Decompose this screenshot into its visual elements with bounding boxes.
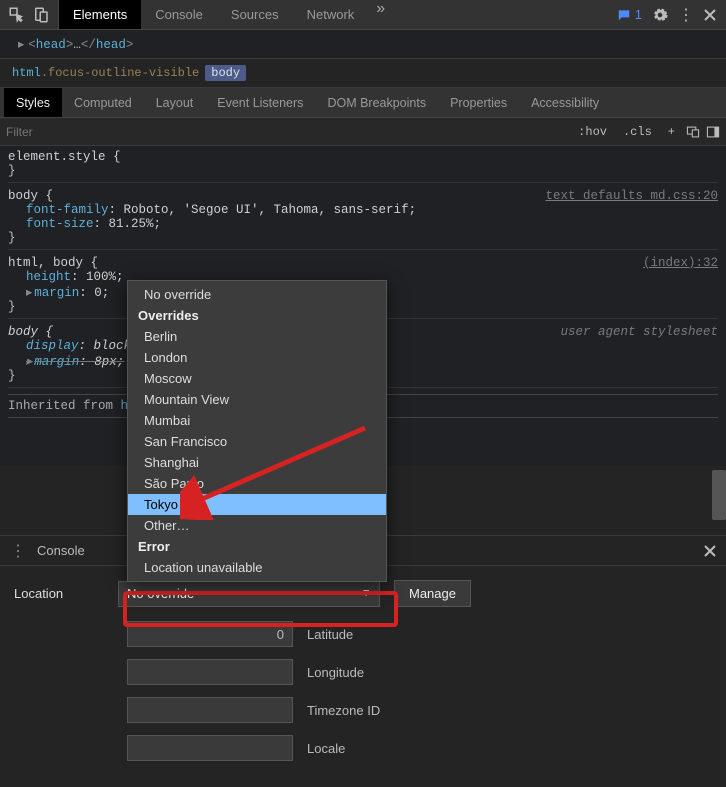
message-icon <box>617 8 631 22</box>
ptab-computed[interactable]: Computed <box>62 88 144 117</box>
tabs-overflow-icon[interactable]: » <box>368 0 393 29</box>
timezone-label: Timezone ID <box>307 703 380 718</box>
dd-city[interactable]: Berlin <box>128 326 386 347</box>
scrollbar[interactable] <box>712 470 726 520</box>
breadcrumb[interactable]: html.focus-outline-visible body <box>0 58 726 88</box>
sensors-panel: Location No override ▼ Manage Latitude L… <box>0 566 726 787</box>
dd-city[interactable]: São Paulo <box>128 473 386 494</box>
panel-dock-icon[interactable] <box>706 125 720 139</box>
ptab-properties[interactable]: Properties <box>438 88 519 117</box>
tab-console[interactable]: Console <box>141 0 217 29</box>
styles-filter-input[interactable] <box>6 125 573 139</box>
dom-tree[interactable]: ▸<head>…</head> <box>0 30 726 58</box>
tab-sources[interactable]: Sources <box>217 0 293 29</box>
drawer-tab-console[interactable]: Console <box>37 543 85 558</box>
issues-badge[interactable]: 1 <box>617 7 642 22</box>
dd-city-tokyo[interactable]: Tokyo <box>128 494 386 515</box>
ptab-dom-bp[interactable]: DOM Breakpoints <box>315 88 438 117</box>
latitude-label: Latitude <box>307 627 353 642</box>
dd-city[interactable]: Shanghai <box>128 452 386 473</box>
manage-button[interactable]: Manage <box>394 580 471 607</box>
crumb-body[interactable]: body <box>205 65 246 81</box>
expand-icon[interactable]: ▸ <box>18 38 24 52</box>
longitude-input[interactable] <box>127 659 293 685</box>
chevron-down-icon: ▼ <box>361 588 371 599</box>
close-icon[interactable] <box>704 9 716 21</box>
cls-button[interactable]: .cls <box>618 123 657 141</box>
location-dropdown[interactable]: No override Overrides Berlin London Mosc… <box>127 280 387 582</box>
dd-city[interactable]: Mountain View <box>128 389 386 410</box>
tab-elements[interactable]: Elements <box>59 0 141 29</box>
kebab-icon[interactable]: ⋮ <box>678 5 694 25</box>
source-link[interactable]: (index):32 <box>643 256 718 270</box>
dd-city[interactable]: London <box>128 347 386 368</box>
ptab-styles[interactable]: Styles <box>4 88 62 117</box>
drawer-close-icon[interactable] <box>704 545 716 557</box>
dd-loc-unavailable[interactable]: Location unavailable <box>128 557 386 578</box>
dd-city[interactable]: Mumbai <box>128 410 386 431</box>
tab-network[interactable]: Network <box>293 0 369 29</box>
source-link[interactable]: text_defaults_md.css:20 <box>545 189 718 203</box>
inspect-icon[interactable] <box>8 6 26 24</box>
hov-button[interactable]: :hov <box>573 123 612 141</box>
styles-pane-tabs: Styles Computed Layout Event Listeners D… <box>0 88 726 118</box>
location-select[interactable]: No override ▼ <box>118 581 380 607</box>
latitude-input[interactable] <box>127 621 293 647</box>
new-rule-button[interactable]: + <box>663 123 680 141</box>
dd-city[interactable]: San Francisco <box>128 431 386 452</box>
dd-header-error: Error <box>128 536 386 557</box>
dd-other[interactable]: Other… <box>128 515 386 536</box>
ptab-layout[interactable]: Layout <box>144 88 206 117</box>
main-tabs: Elements Console Sources Network » <box>59 0 607 29</box>
device-toolbar-icon[interactable] <box>686 125 700 139</box>
ptab-accessibility[interactable]: Accessibility <box>519 88 611 117</box>
timezone-input[interactable] <box>127 697 293 723</box>
dd-header-overrides: Overrides <box>128 305 386 326</box>
longitude-label: Longitude <box>307 665 364 680</box>
gear-icon[interactable] <box>652 7 668 23</box>
location-label: Location <box>14 586 104 601</box>
dd-city[interactable]: Moscow <box>128 368 386 389</box>
locale-label: Locale <box>307 741 345 756</box>
drawer-kebab-icon[interactable]: ⋮ <box>10 541 27 561</box>
ptab-listeners[interactable]: Event Listeners <box>205 88 315 117</box>
locale-input[interactable] <box>127 735 293 761</box>
device-icon[interactable] <box>32 6 50 24</box>
dd-no-override[interactable]: No override <box>128 284 386 305</box>
